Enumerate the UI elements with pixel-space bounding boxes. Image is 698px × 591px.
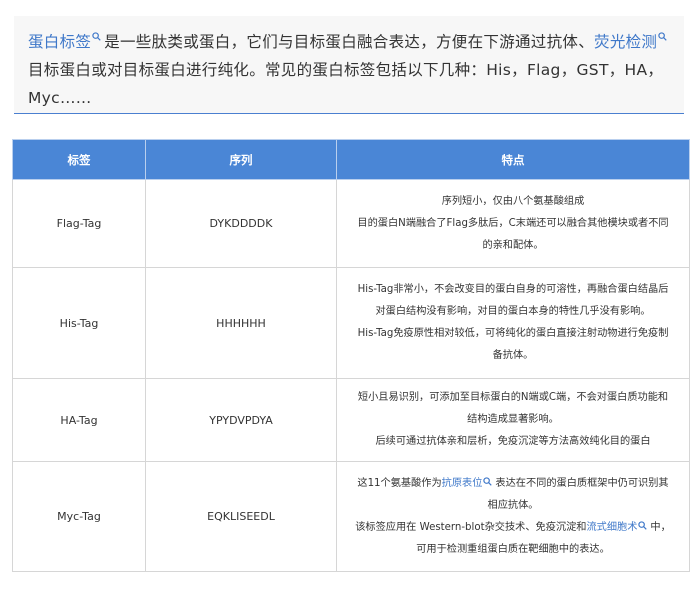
intro-text-1: 是一些肽类或蛋白，它们与目标蛋白融合表达，方便在下游通过抗体、 xyxy=(104,33,595,51)
tag-features: 这11个氨基酸作为抗原表位 表达在不同的蛋白质框架中仍可识别其 相应抗体。 该标签… xyxy=(336,461,690,572)
flow-cytometry-link[interactable]: 流式细胞术 xyxy=(586,522,637,533)
tag-name: Flag-Tag xyxy=(12,179,146,268)
search-icon[interactable] xyxy=(483,476,493,486)
search-icon[interactable] xyxy=(92,32,101,41)
feature-text: 表达在不同的蛋白质框架中仍可识别其 xyxy=(495,477,669,489)
tag-name: HA-Tag xyxy=(12,378,146,462)
header-sequence: 序列 xyxy=(145,139,337,180)
feature-text: 中， xyxy=(650,521,671,533)
feature-line: 后续可通过抗体亲和层析，免疫沉淀等方法高效纯化目的蛋白 xyxy=(375,436,651,447)
feature-line: His-Tag免疫原性相对较低，可将纯化的蛋白直接注射动物进行免疫制 xyxy=(357,328,669,339)
header-tag: 标签 xyxy=(12,139,146,180)
table-row: Flag-Tag DYKDDDDK 序列短小，仅由八个氨基酸组成 目的蛋白N端融… xyxy=(12,179,690,268)
protein-tag-table: 标签 序列 特点 Flag-Tag DYKDDDDK 序列短小，仅由八个氨基酸组… xyxy=(12,139,690,572)
tag-name: His-Tag xyxy=(12,267,146,379)
feature-text: 这11个氨基酸作为 xyxy=(357,477,442,489)
feature-line: 这11个氨基酸作为抗原表位 表达在不同的蛋白质框架中仍可识别其 xyxy=(337,473,689,495)
table-header-row: 标签 序列 特点 xyxy=(12,139,690,180)
tag-sequence: DYKDDDDK xyxy=(145,179,337,268)
tag-features: His-Tag非常小，不会改变目的蛋白自身的可溶性，再融合蛋白结晶后 对蛋白结构… xyxy=(336,267,690,379)
feature-line: 该标签应用在 Western-blot杂交技术、免疫沉淀和流式细胞术 中， xyxy=(337,517,689,539)
feature-line: 对蛋白结构没有影响，对目的蛋白本身的特性几乎没有影响。 xyxy=(375,306,651,317)
tag-features: 序列短小，仅由八个氨基酸组成 目的蛋白N端融合了Flag多肽后，C末端还可以融合… xyxy=(336,179,690,268)
feature-line: 相应抗体。 xyxy=(487,499,539,511)
feature-line: 序列短小，仅由八个氨基酸组成 xyxy=(441,195,585,207)
feature-line: His-Tag非常小，不会改变目的蛋白自身的可溶性，再融合蛋白结晶后 xyxy=(357,284,669,295)
tag-sequence: HHHHHH xyxy=(145,267,337,379)
table-row: His-Tag HHHHHH His-Tag非常小，不会改变目的蛋白自身的可溶性… xyxy=(12,267,690,379)
feature-line: 目的蛋白N端融合了Flag多肽后，C末端还可以融合其他模块或者不同 xyxy=(357,217,669,229)
table-row: Myc-Tag EQKLISEEDL 这11个氨基酸作为抗原表位 表达在不同的蛋白… xyxy=(12,461,690,572)
tag-name: Myc-Tag xyxy=(12,461,146,572)
table-row: HA-Tag YPYDVPDYA 短小且易识别，可添加至目标蛋白的N端或C端，不… xyxy=(12,378,690,462)
feature-line: 短小且易识别，可添加至目标蛋白的N端或C端，不会对蛋白质功能和 xyxy=(357,392,669,403)
feature-text: 该标签应用在 Western-blot杂交技术、免疫沉淀和 xyxy=(355,521,587,533)
intro-paragraph: 蛋白标签 是一些肽类或蛋白，它们与目标蛋白融合表达，方便在下游通过抗体、荧光检测目… xyxy=(14,16,684,114)
intro-text-2: 目标蛋白或对目标蛋白进行纯化。常见的蛋白标签包括以下几种：His，Flag，GS… xyxy=(28,61,664,107)
feature-line: 结构造成显著影响。 xyxy=(467,414,559,425)
epitope-link[interactable]: 抗原表位 xyxy=(442,478,483,489)
feature-line: 备抗体。 xyxy=(492,350,534,361)
feature-line: 的亲和配体。 xyxy=(482,239,544,251)
search-icon[interactable] xyxy=(638,520,648,530)
search-icon[interactable] xyxy=(658,32,667,41)
fluorescence-detection-link[interactable]: 荧光检测 xyxy=(594,33,657,51)
protein-tag-link[interactable]: 蛋白标签 xyxy=(28,33,91,51)
feature-line: 可用于检测重组蛋白质在靶细胞中的表达。 xyxy=(416,543,610,555)
tag-features: 短小且易识别，可添加至目标蛋白的N端或C端，不会对蛋白质功能和 结构造成显著影响… xyxy=(336,378,690,462)
header-features: 特点 xyxy=(336,139,690,180)
tag-sequence: YPYDVPDYA xyxy=(145,378,337,462)
tag-sequence: EQKLISEEDL xyxy=(145,461,337,572)
